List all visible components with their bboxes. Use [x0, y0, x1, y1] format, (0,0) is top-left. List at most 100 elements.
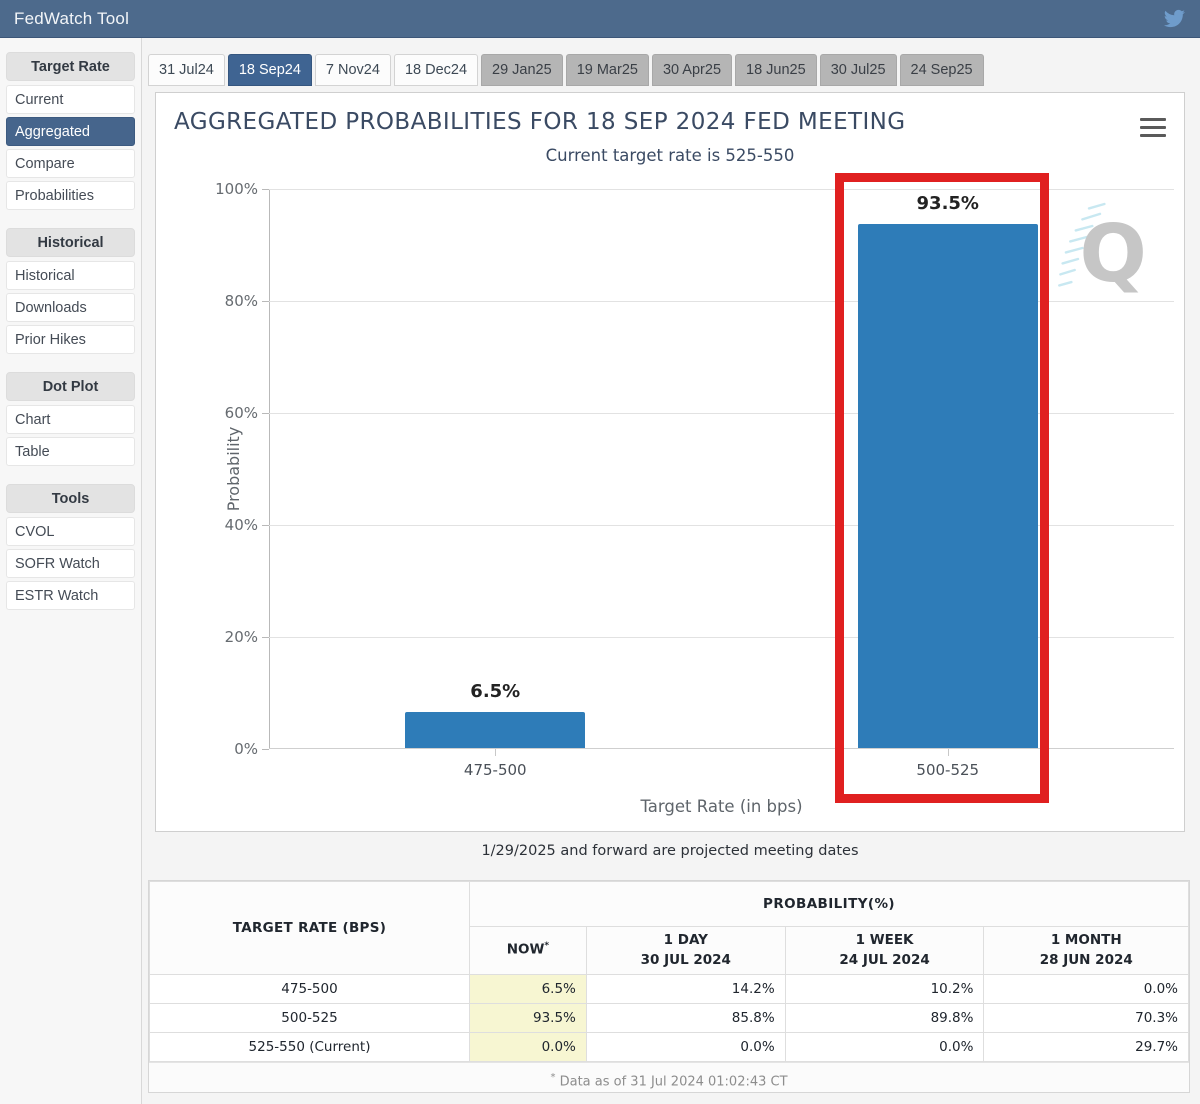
sidebar-group-title-dot-plot: Dot Plot: [6, 372, 135, 401]
sidebar-item-chart[interactable]: Chart: [6, 405, 135, 434]
bar-value-label: 6.5%: [470, 680, 521, 702]
th-col-top: 1 WEEK: [855, 931, 914, 948]
meeting-date-tabs: 31 Jul24 18 Sep24 7 Nov24 18 Dec24 29 Jan25 1…: [148, 54, 984, 86]
y-axis-line: [269, 189, 270, 749]
cell-day: 0.0%: [585, 1032, 786, 1062]
cell-month: 0.0%: [983, 974, 1189, 1004]
y-tick-label: 0%: [234, 740, 258, 758]
table-row: 500-525 93.5% 85.8% 89.8% 70.3%: [149, 1003, 1189, 1033]
th-probability-group: PROBABILITY(%): [469, 881, 1189, 927]
y-tick-mark: [262, 189, 269, 190]
cell-day: 14.2%: [585, 974, 786, 1004]
cell-now: 6.5%: [469, 974, 587, 1004]
cell-month: 70.3%: [983, 1003, 1189, 1033]
sidebar-item-table[interactable]: Table: [6, 437, 135, 466]
tab-30-jul25[interactable]: 30 Jul25: [819, 54, 897, 86]
bar-475-500[interactable]: [405, 711, 586, 748]
th-col-top: 1 DAY: [663, 931, 708, 948]
probability-table-wrapper: TARGET RATE (BPS) PROBABILITY(%) NOW* 1 D…: [148, 880, 1190, 1093]
th-col-1-week: 1 WEEK 24 JUL 2024: [784, 926, 985, 975]
sidebar-item-probabilities[interactable]: Probabilities: [6, 181, 135, 210]
fedwatch-app: FedWatch Tool Target Rate Current Aggregat…: [0, 0, 1200, 1104]
y-tick-label: 40%: [224, 516, 258, 534]
y-tick-label: 60%: [224, 404, 258, 422]
tab-18-dec24[interactable]: 18 Dec24: [393, 54, 479, 86]
x-axis-line: [269, 748, 1174, 749]
chart-card: AGGREGATED PROBABILITIES FOR 18 SEP 2024…: [155, 92, 1185, 832]
footnote-star: *: [550, 1072, 556, 1083]
cell-now: 93.5%: [469, 1003, 587, 1033]
tab-18-jun25[interactable]: 18 Jun25: [735, 54, 817, 86]
sidebar-item-compare[interactable]: Compare: [6, 149, 135, 178]
hamburger-menu-icon[interactable]: [1140, 118, 1166, 138]
th-col-star: *: [544, 941, 550, 952]
gridline: [269, 637, 1174, 638]
gridline: [269, 413, 1174, 414]
cell-day: 85.8%: [585, 1003, 786, 1033]
th-col-top: NOW: [506, 941, 545, 958]
sidebar-item-prior-hikes[interactable]: Prior Hikes: [6, 325, 135, 354]
th-col-sub: 28 JUN 2024: [1039, 951, 1133, 968]
probability-table: TARGET RATE (BPS) PROBABILITY(%) NOW* 1 D…: [149, 881, 1189, 1062]
sidebar-item-downloads[interactable]: Downloads: [6, 293, 135, 322]
th-col-top: 1 MONTH: [1050, 931, 1122, 948]
tab-18-sep24[interactable]: 18 Sep24: [227, 54, 312, 86]
sidebar-item-cvol[interactable]: CVOL: [6, 517, 135, 546]
y-tick-mark: [262, 525, 269, 526]
x-tick-label: 475-500: [463, 761, 527, 779]
x-tick-mark: [495, 749, 497, 756]
y-tick-label: 80%: [224, 292, 258, 310]
tab-30-apr25[interactable]: 30 Apr25: [651, 54, 733, 86]
cell-now: 0.0%: [469, 1032, 587, 1062]
gridline: [269, 189, 1174, 190]
th-col-now: NOW*: [469, 926, 587, 975]
table-row: 525-550 (Current) 0.0% 0.0% 0.0% 29.7%: [149, 1032, 1189, 1062]
y-tick-label: 100%: [215, 180, 258, 198]
chart-subtitle: Current target rate is 525-550: [545, 146, 795, 165]
app-header: FedWatch Tool: [0, 0, 1200, 38]
twitter-icon[interactable]: [1161, 7, 1187, 31]
y-tick-mark: [262, 637, 269, 638]
y-axis-title: Probability: [223, 426, 243, 512]
cell-week: 0.0%: [784, 1032, 985, 1062]
bar-500-525[interactable]: [857, 224, 1038, 748]
x-axis-title: Target Rate (in bps): [640, 797, 803, 816]
sidebar-group-title-tools: Tools: [6, 484, 135, 513]
table-footnote: * Data as of 31 Jul 2024 01:02:43 CT: [149, 1062, 1189, 1092]
tab-19-mar25[interactable]: 19 Mar25: [565, 54, 649, 86]
y-tick-mark: [262, 413, 269, 414]
tab-7-nov24[interactable]: 7 Nov24: [314, 54, 391, 86]
chart-title: AGGREGATED PROBABILITIES FOR 18 SEP 2024…: [174, 109, 906, 135]
th-col-sub: 30 JUL 2024: [640, 951, 731, 968]
tab-29-jan25[interactable]: 29 Jan25: [481, 54, 563, 86]
sidebar-item-current[interactable]: Current: [6, 85, 135, 114]
cell-week: 10.2%: [784, 974, 985, 1004]
projected-dates-note: 1/29/2025 and forward are projected meet…: [481, 843, 859, 859]
gridline: [269, 301, 1174, 302]
sidebar: Target Rate Current Aggregated Compare Proba…: [0, 38, 142, 1104]
bar-chart-plot: Probability Target Rate (in bps) 0% 20% 40…: [215, 180, 1174, 816]
cell-week: 89.8%: [784, 1003, 985, 1033]
sidebar-group-title-historical: Historical: [6, 228, 135, 257]
x-tick-label: 500-525: [916, 761, 980, 779]
sidebar-item-historical[interactable]: Historical: [6, 261, 135, 290]
th-col-1-day: 1 DAY 30 JUL 2024: [585, 926, 786, 975]
th-col-1-month: 1 MONTH 28 JUN 2024: [983, 926, 1189, 975]
sidebar-item-sofr-watch[interactable]: SOFR Watch: [6, 549, 135, 578]
y-tick-mark: [262, 749, 269, 750]
y-tick-mark: [262, 301, 269, 302]
table-row: 475-500 6.5% 14.2% 10.2% 0.0%: [149, 974, 1189, 1004]
tab-24-sep25[interactable]: 24 Sep25: [899, 54, 984, 86]
cell-month: 29.7%: [983, 1032, 1189, 1062]
sidebar-item-estr-watch[interactable]: ESTR Watch: [6, 581, 135, 610]
sidebar-group-title-target-rate: Target Rate: [6, 52, 135, 81]
y-tick-label: 20%: [224, 628, 258, 646]
footnote-text: Data as of 31 Jul 2024 01:02:43 CT: [559, 1074, 788, 1090]
gridline: [269, 525, 1174, 526]
bar-value-label: 93.5%: [916, 193, 979, 215]
cell-target-rate: 500-525: [149, 1003, 470, 1033]
sidebar-item-aggregated[interactable]: Aggregated: [6, 117, 135, 146]
table-body: 475-500 6.5% 14.2% 10.2% 0.0% 500-525 93.5% 85.…: [149, 974, 1189, 1062]
tab-31-jul24[interactable]: 31 Jul24: [148, 54, 225, 86]
app-title: FedWatch Tool: [14, 9, 130, 28]
